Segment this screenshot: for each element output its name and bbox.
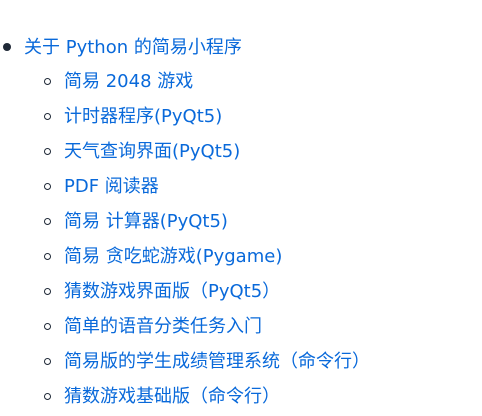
list-item: 计时器程序(PyQt5) (24, 103, 482, 138)
list-item: 简易版的学生成绩管理系统（命令行） (24, 348, 482, 383)
link-speech-classification[interactable]: 简单的语音分类任务入门 (64, 316, 262, 337)
list-item-python-programs: 关于 Python 的简易小程序 简易 2048 游戏 计时器程序(PyQt5)… (0, 34, 482, 416)
link-student-grade-system[interactable]: 简易版的学生成绩管理系统（命令行） (64, 351, 370, 372)
list-item: 简易 贪吃蛇游戏(Pygame) (24, 243, 482, 278)
sub-list: 简易 2048 游戏 计时器程序(PyQt5) 天气查询界面(PyQt5) PD… (24, 68, 482, 416)
link-guess-number-gui[interactable]: 猜数游戏界面版（PyQt5） (64, 281, 280, 302)
list-item: 简易 2048 游戏 (24, 68, 482, 103)
link-python-programs[interactable]: 关于 Python 的简易小程序 (24, 34, 482, 68)
circle-bullet-icon (44, 218, 51, 225)
link-2048-game[interactable]: 简易 2048 游戏 (64, 71, 193, 92)
list-item: 猜数游戏界面版（PyQt5） (24, 278, 482, 313)
list-item: PDF 阅读器 (24, 173, 482, 208)
link-snake-game[interactable]: 简易 贪吃蛇游戏(Pygame) (64, 246, 282, 267)
link-calculator[interactable]: 简易 计算器(PyQt5) (64, 211, 228, 232)
list-item: 猜数游戏基础版（命令行） (24, 383, 482, 416)
circle-bullet-icon (44, 148, 51, 155)
circle-bullet-icon (44, 393, 51, 400)
link-timer-program[interactable]: 计时器程序(PyQt5) (64, 106, 222, 127)
circle-bullet-icon (44, 323, 51, 330)
link-guess-number-cli[interactable]: 猜数游戏基础版（命令行） (64, 386, 280, 407)
disc-bullet-icon (3, 43, 11, 51)
list-item: 简易 计算器(PyQt5) (24, 208, 482, 243)
circle-bullet-icon (44, 358, 51, 365)
link-weather-query[interactable]: 天气查询界面(PyQt5) (64, 141, 240, 162)
circle-bullet-icon (44, 253, 51, 260)
circle-bullet-icon (44, 288, 51, 295)
circle-bullet-icon (44, 183, 51, 190)
list-item: 简单的语音分类任务入门 (24, 313, 482, 348)
list-item: 天气查询界面(PyQt5) (24, 138, 482, 173)
circle-bullet-icon (44, 113, 51, 120)
circle-bullet-icon (44, 78, 51, 85)
project-list: 关于 Python 的简易小程序 简易 2048 游戏 计时器程序(PyQt5)… (0, 34, 482, 416)
link-pdf-reader[interactable]: PDF 阅读器 (64, 176, 159, 197)
